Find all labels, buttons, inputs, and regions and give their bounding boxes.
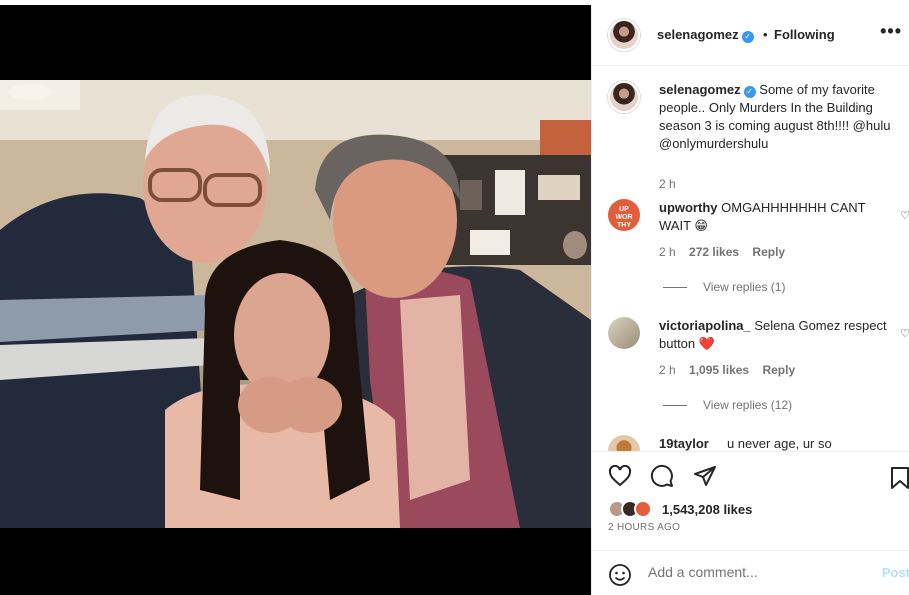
view-replies-button[interactable]: View replies (1) bbox=[663, 280, 785, 294]
comment-bubble-icon[interactable] bbox=[650, 464, 674, 493]
view-replies-text[interactable]: View replies (1) bbox=[703, 280, 785, 294]
comment-username[interactable]: 19taylor bbox=[659, 436, 709, 451]
comment-text: upworthy OMGAHHHHHHH CANT WAIT 😁 bbox=[659, 199, 895, 235]
emoji-icon[interactable] bbox=[608, 563, 632, 592]
replies-line bbox=[663, 287, 687, 289]
view-replies-button[interactable]: View replies (12) bbox=[663, 398, 792, 412]
post-actions: 1,543,208 likes 2 HOURS AGO bbox=[592, 451, 909, 550]
verified-badge-icon: ✓ bbox=[741, 31, 754, 43]
comment-likes[interactable]: 272 likes bbox=[689, 245, 739, 259]
caption-text: selenagomez ✓ Some of my favorite people.… bbox=[659, 81, 895, 153]
view-replies-text[interactable]: View replies (12) bbox=[703, 398, 792, 412]
caption-meta: 2 h bbox=[659, 177, 686, 191]
reply-button[interactable]: Reply bbox=[752, 245, 785, 259]
comment-item: UP WOR THY upworthy OMGAHHHHHHH CANT WAIT … bbox=[608, 199, 909, 299]
comment-likes[interactable]: 1,095 likes bbox=[689, 363, 749, 377]
post-time-ago: 2 HOURS AGO bbox=[608, 522, 681, 533]
add-comment-bar: Post bbox=[592, 550, 909, 595]
comment-time: 2 h bbox=[659, 363, 676, 377]
following-button[interactable]: Following bbox=[774, 27, 835, 42]
post-media[interactable] bbox=[0, 5, 591, 595]
like-heart-icon[interactable] bbox=[608, 464, 632, 493]
verified-badge-icon: ✓ bbox=[743, 86, 756, 98]
comment-body: u never age, ur so bbox=[726, 436, 832, 451]
likes-count[interactable]: 1,543,208 likes bbox=[662, 502, 752, 517]
post-header: selenagomez ✓ • Following ••• bbox=[592, 5, 909, 66]
commenter-avatar[interactable] bbox=[608, 317, 640, 349]
comment-input[interactable] bbox=[648, 564, 868, 580]
comment-item: victoriapolina_ Selena Gomez respect but… bbox=[608, 317, 909, 417]
separator-dot: • bbox=[763, 27, 768, 42]
photo-illustration bbox=[0, 80, 591, 528]
comment-meta: 2 h 272 likes Reply bbox=[659, 245, 795, 259]
post-photo[interactable] bbox=[0, 80, 591, 528]
instagram-post-modal: selenagomez ✓ • Following ••• selenagomez… bbox=[0, 0, 909, 595]
comment-item: 19taylor u never age, ur so bbox=[608, 435, 909, 451]
bookmark-icon[interactable] bbox=[890, 466, 909, 495]
caption-time: 2 h bbox=[659, 177, 676, 191]
more-options-icon[interactable]: ••• bbox=[880, 21, 902, 42]
commenter-avatar[interactable]: UP WOR THY bbox=[608, 199, 640, 231]
action-icons bbox=[608, 464, 731, 492]
share-send-icon[interactable] bbox=[693, 464, 717, 493]
author-username[interactable]: selenagomez ✓ bbox=[657, 27, 754, 43]
replies-line bbox=[663, 405, 687, 407]
caption-avatar[interactable] bbox=[608, 81, 640, 113]
post-side-panel: selenagomez ✓ • Following ••• selenagomez… bbox=[591, 5, 909, 595]
commenter-avatar[interactable] bbox=[608, 435, 640, 451]
liker-avatar bbox=[634, 500, 652, 518]
author-avatar[interactable] bbox=[608, 19, 640, 51]
post-comment-button[interactable]: Post bbox=[882, 565, 909, 580]
caption-username[interactable]: selenagomez bbox=[659, 82, 741, 97]
reply-button[interactable]: Reply bbox=[762, 363, 795, 377]
author-username-text[interactable]: selenagomez bbox=[657, 27, 739, 42]
comment-username[interactable]: upworthy bbox=[659, 200, 718, 215]
comment-like-heart-icon[interactable]: ♡ bbox=[900, 209, 909, 222]
comment-meta: 2 h 1,095 likes Reply bbox=[659, 363, 805, 377]
comment-username[interactable]: victoriapolina_ bbox=[659, 318, 751, 333]
comment-text: 19taylor u never age, ur so bbox=[659, 435, 895, 451]
comment-like-heart-icon[interactable]: ♡ bbox=[900, 327, 909, 340]
caption: selenagomez ✓ Some of my favorite people.… bbox=[608, 81, 909, 191]
comment-time: 2 h bbox=[659, 245, 676, 259]
comment-text: victoriapolina_ Selena Gomez respect but… bbox=[659, 317, 895, 353]
comments-list[interactable]: selenagomez ✓ Some of my favorite people.… bbox=[592, 67, 909, 451]
